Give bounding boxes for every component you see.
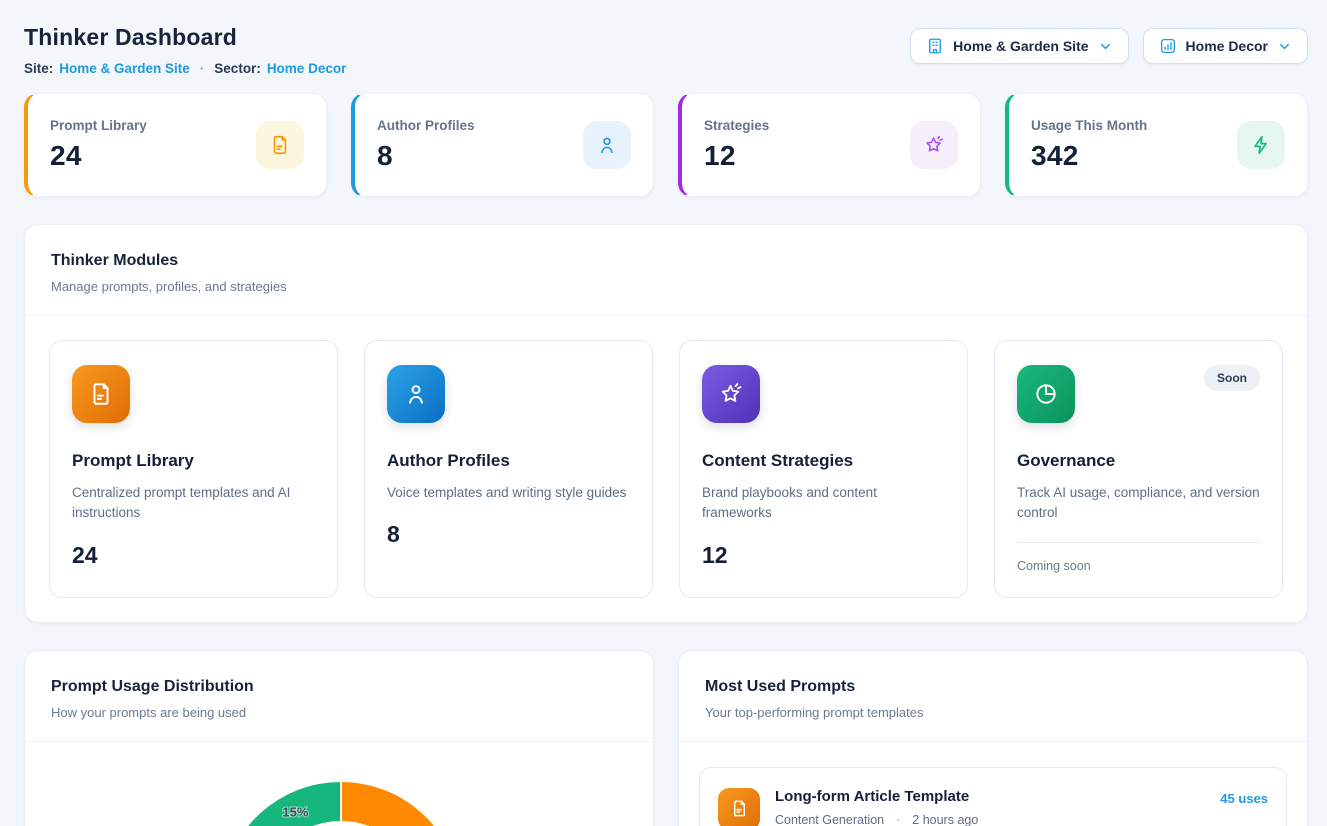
bar-chart-icon: [1159, 37, 1177, 55]
star-icon: [702, 365, 760, 423]
header-actions: Home & Garden Site Home Decor: [910, 28, 1308, 64]
donut-chart-svg: 45%15%25%15%: [25, 742, 652, 826]
page-header: Thinker Dashboard Site: Home & Garden Si…: [24, 24, 1308, 76]
stat-text: Prompt Library 24: [50, 118, 147, 172]
module-description: Centralized prompt templates and AI inst…: [72, 483, 315, 524]
module-card-content-strategies[interactable]: Content Strategies Brand playbooks and c…: [679, 340, 968, 598]
site-label: Site:: [24, 61, 53, 76]
building-icon: [926, 37, 944, 55]
module-card-governance[interactable]: Soon Governance Track AI usage, complian…: [994, 340, 1283, 598]
prompts-panel-header: Most Used Prompts Your top-performing pr…: [679, 651, 1307, 742]
stat-value: 342: [1031, 140, 1147, 172]
page-title: Thinker Dashboard: [24, 24, 346, 51]
divider: [1017, 542, 1260, 543]
bottom-row: Prompt Usage Distribution How your promp…: [24, 623, 1308, 826]
document-icon: [256, 121, 304, 169]
donut-chart: 45%15%25%15%: [25, 742, 653, 826]
pie-chart-icon: [1017, 365, 1075, 423]
stat-card-strategies: Strategies 12: [678, 93, 981, 197]
module-count: 24: [72, 542, 315, 569]
sector-link[interactable]: Home Decor: [267, 61, 347, 76]
prompt-title: Long-form Article Template: [775, 788, 1205, 805]
user-icon: [583, 121, 631, 169]
thinker-modules-panel: Thinker Modules Manage prompts, profiles…: [24, 224, 1308, 623]
module-title: Prompt Library: [72, 451, 315, 471]
stat-value: 8: [377, 140, 475, 172]
site-selector-button[interactable]: Home & Garden Site: [910, 28, 1128, 64]
usage-panel-title: Prompt Usage Distribution: [51, 678, 627, 696]
stat-text: Strategies 12: [704, 118, 769, 172]
prompts-panel-subtitle: Your top-performing prompt templates: [705, 705, 1281, 720]
most-used-prompts-panel: Most Used Prompts Your top-performing pr…: [678, 650, 1308, 826]
module-description: Voice templates and writing style guides: [387, 483, 630, 503]
stat-text: Author Profiles 8: [377, 118, 475, 172]
prompts-list: Long-form Article Template Content Gener…: [679, 742, 1307, 826]
soon-badge: Soon: [1204, 365, 1260, 391]
stat-card-author-profiles: Author Profiles 8: [351, 93, 654, 197]
module-count: 12: [702, 542, 945, 569]
prompt-uses-count: 45 uses: [1220, 791, 1268, 806]
document-icon: [718, 788, 760, 826]
modules-grid: Prompt Library Centralized prompt templa…: [49, 340, 1283, 598]
prompt-meta: Content Generation · 2 hours ago: [775, 813, 1205, 826]
prompts-panel-title: Most Used Prompts: [705, 678, 1281, 696]
modules-body: Prompt Library Centralized prompt templa…: [25, 316, 1307, 622]
prompt-list-item[interactable]: Long-form Article Template Content Gener…: [699, 767, 1287, 826]
module-title: Content Strategies: [702, 451, 945, 471]
usage-distribution-panel: Prompt Usage Distribution How your promp…: [24, 650, 654, 826]
stat-label: Strategies: [704, 118, 769, 133]
chevron-down-icon: [1098, 39, 1113, 54]
usage-panel-header: Prompt Usage Distribution How your promp…: [25, 651, 653, 742]
usage-panel-subtitle: How your prompts are being used: [51, 705, 627, 720]
stat-label: Author Profiles: [377, 118, 475, 133]
header-left: Thinker Dashboard Site: Home & Garden Si…: [24, 24, 346, 76]
stat-label: Prompt Library: [50, 118, 147, 133]
coming-soon-text: Coming soon: [1017, 559, 1260, 573]
modules-panel-subtitle: Manage prompts, profiles, and strategies: [51, 279, 1281, 294]
meta-separator: ·: [200, 61, 205, 76]
module-card-prompt-library[interactable]: Prompt Library Centralized prompt templa…: [49, 340, 338, 598]
module-description: Brand playbooks and content frameworks: [702, 483, 945, 524]
module-description: Track AI usage, compliance, and version …: [1017, 483, 1260, 524]
sector-selector-button[interactable]: Home Decor: [1143, 28, 1308, 64]
pie-slice-label: 15%: [282, 804, 308, 819]
stat-value: 24: [50, 140, 147, 172]
prompt-category: Content Generation: [775, 813, 884, 826]
meta-separator: ·: [896, 813, 900, 826]
module-title: Governance: [1017, 451, 1260, 471]
sector-label: Sector:: [214, 61, 261, 76]
stat-label: Usage This Month: [1031, 118, 1147, 133]
stat-card-usage: Usage This Month 342: [1005, 93, 1308, 197]
star-icon: [910, 121, 958, 169]
stat-value: 12: [704, 140, 769, 172]
dashboard-page: Thinker Dashboard Site: Home & Garden Si…: [0, 0, 1327, 826]
document-icon: [72, 365, 130, 423]
chevron-down-icon: [1277, 39, 1292, 54]
sector-selector-label: Home Decor: [1186, 38, 1268, 54]
lightning-icon: [1237, 121, 1285, 169]
stat-card-prompt-library: Prompt Library 24: [24, 93, 327, 197]
stats-row: Prompt Library 24 Author Profiles 8 Stra…: [24, 93, 1308, 197]
modules-panel-title: Thinker Modules: [51, 252, 1281, 270]
module-top-row: Soon: [1017, 365, 1260, 423]
module-card-author-profiles[interactable]: Author Profiles Voice templates and writ…: [364, 340, 653, 598]
module-count: 8: [387, 521, 630, 548]
user-icon: [387, 365, 445, 423]
stat-text: Usage This Month 342: [1031, 118, 1147, 172]
prompt-info: Long-form Article Template Content Gener…: [775, 788, 1205, 826]
module-title: Author Profiles: [387, 451, 630, 471]
prompt-time: 2 hours ago: [912, 813, 978, 826]
site-selector-label: Home & Garden Site: [953, 38, 1088, 54]
site-link[interactable]: Home & Garden Site: [59, 61, 190, 76]
breadcrumb: Site: Home & Garden Site · Sector: Home …: [24, 61, 346, 76]
orange-segment: [341, 781, 462, 826]
modules-panel-header: Thinker Modules Manage prompts, profiles…: [25, 225, 1307, 316]
